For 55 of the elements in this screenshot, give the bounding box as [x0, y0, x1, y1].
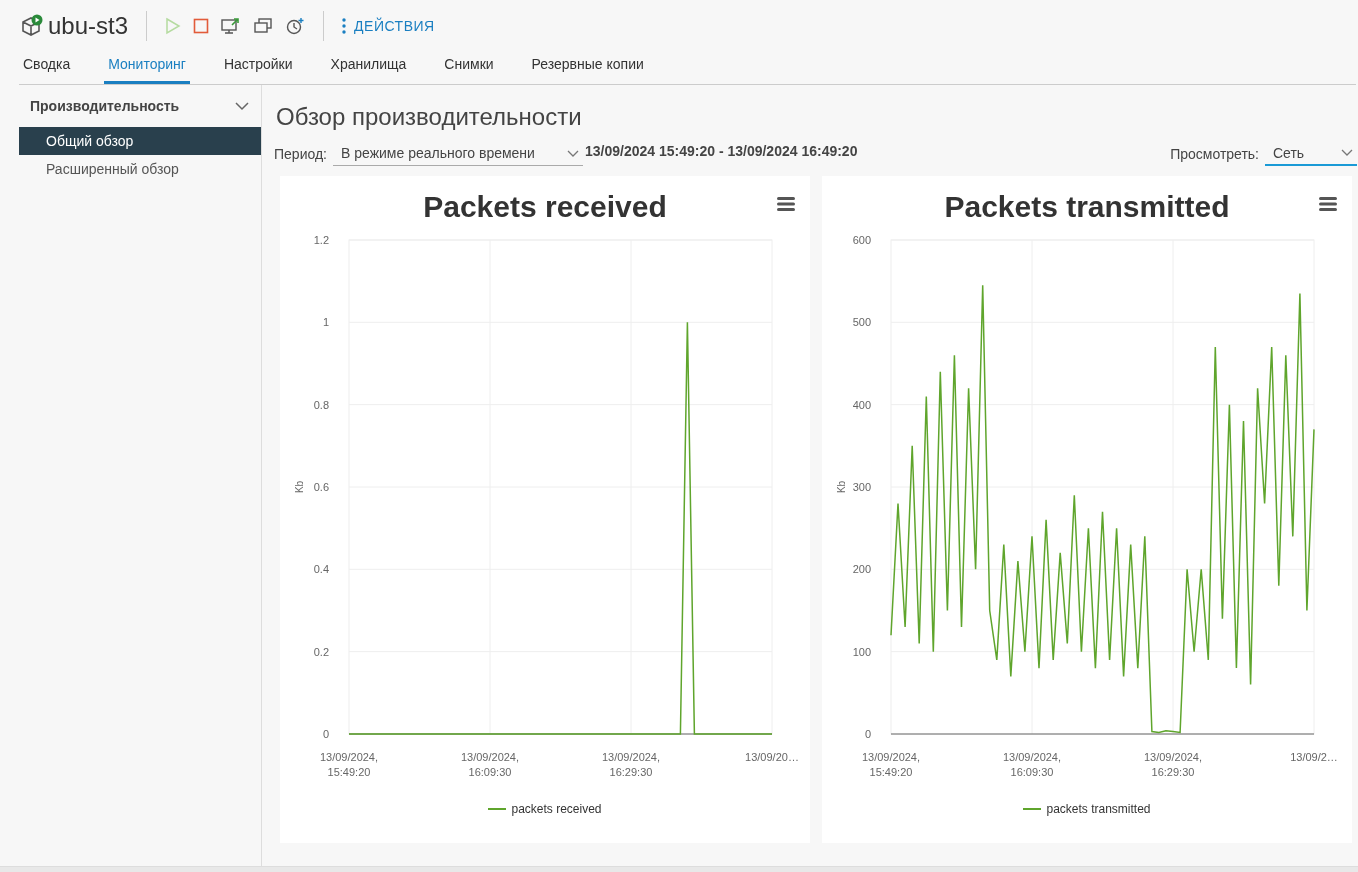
y-tick-label: 1: [322, 316, 329, 329]
x-tick-label: 13/09/2024, 16:09:30: [1001, 750, 1063, 780]
sidebar-section-header[interactable]: Производительность: [19, 95, 261, 117]
legend-label: packets received: [511, 801, 602, 818]
menu-icon[interactable]: [776, 196, 796, 212]
x-tick-label: 13/09/2…: [1289, 750, 1339, 765]
vm-title: ubu-st3: [48, 11, 129, 41]
chart-title: Packets transmitted: [943, 189, 1231, 225]
chart-title: Packets received: [422, 189, 668, 225]
stop-icon[interactable]: [193, 18, 210, 34]
y-tick-label: 0: [322, 728, 329, 740]
more-icon: [342, 18, 347, 34]
vm-icon: [20, 14, 44, 38]
sidebar-item[interactable]: Расширенный обзор: [19, 155, 261, 183]
y-tick-label: 100: [852, 645, 871, 658]
legend-label: packets transmitted: [1046, 801, 1151, 818]
tab[interactable]: Хранилища: [326, 49, 411, 84]
tab[interactable]: Сводка: [19, 49, 75, 84]
view-dropdown[interactable]: Сеть: [1265, 142, 1357, 166]
y-axis-label: Kb: [836, 480, 847, 494]
x-tick-label: 13/09/2024, 15:49:20: [860, 750, 922, 780]
view-label: Просмотреть:: [1170, 144, 1259, 164]
x-tick-label: 13/09/2024, 16:29:30: [600, 750, 662, 780]
y-tick-label: 0: [864, 728, 871, 740]
y-tick-label: 500: [852, 316, 871, 329]
chevron-icon: [1341, 149, 1353, 157]
period-dropdown[interactable]: В режиме реального времени: [333, 142, 583, 166]
stack-icon[interactable]: [253, 17, 274, 35]
tab[interactable]: Настройки: [219, 49, 297, 84]
y-tick-label: 600: [852, 234, 871, 246]
menu-icon[interactable]: [1318, 196, 1338, 212]
x-tick-label: 13/09/20…: [744, 750, 800, 765]
x-tick-label: 13/09/2024, 16:09:30: [459, 750, 521, 780]
y-tick-label: 0.6: [313, 481, 329, 493]
y-tick-label: 1.2: [313, 234, 329, 246]
time-range: 13/09/2024 15:49:20 - 13/09/2024 16:49:20: [585, 141, 858, 161]
y-axis-label: Kb: [294, 480, 305, 494]
period-label: Период:: [274, 144, 327, 164]
y-tick-label: 400: [852, 398, 871, 411]
y-tick-label: 300: [852, 481, 871, 493]
sidebar-item[interactable]: Общий обзор: [19, 127, 261, 155]
y-tick-label: 200: [852, 563, 871, 576]
tab[interactable]: Резервные копии: [527, 49, 648, 84]
y-tick-label: 0.2: [313, 645, 329, 658]
tab[interactable]: Снимки: [440, 49, 498, 84]
x-tick-label: 13/09/2024, 15:49:20: [318, 750, 380, 780]
chevron-icon: [567, 149, 579, 158]
monitor-icon[interactable]: [221, 17, 242, 35]
tab[interactable]: Мониторинг: [104, 49, 190, 84]
y-tick-label: 0.8: [313, 398, 329, 411]
clock-icon[interactable]: [285, 17, 306, 35]
page-title: Обзор производительности: [276, 102, 583, 132]
x-tick-label: 13/09/2024, 16:29:30: [1142, 750, 1204, 780]
y-tick-label: 0.4: [313, 563, 329, 576]
actions-menu-button[interactable]: ДЕЙСТВИЯ: [342, 15, 435, 37]
